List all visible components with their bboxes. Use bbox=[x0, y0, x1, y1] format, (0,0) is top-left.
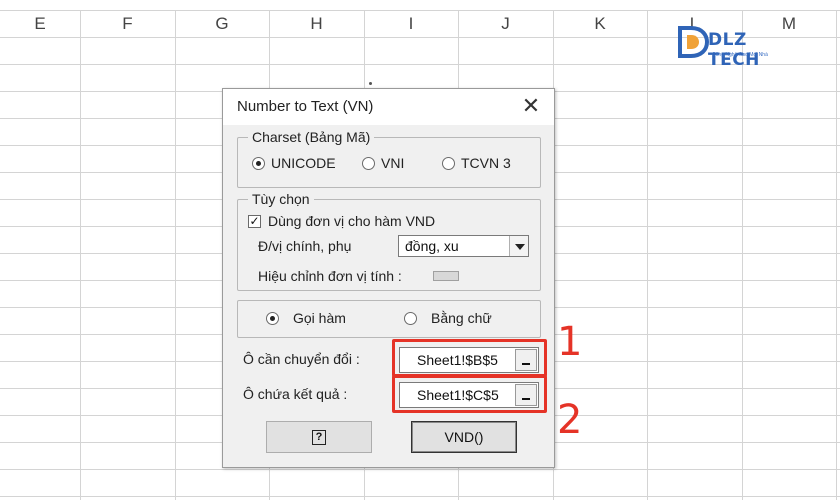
grid-line bbox=[80, 10, 81, 500]
step-number-1: 1 bbox=[557, 319, 583, 365]
grid-line bbox=[836, 10, 837, 500]
logo-d-icon bbox=[678, 26, 710, 58]
radio-in-words[interactable]: Bằng chữ bbox=[404, 310, 492, 326]
brand-logo: DLZ TECH Công Nghệ Cho Mọi Nhà bbox=[676, 22, 800, 70]
dialog-titlebar[interactable]: Number to Text (VN) ✕ bbox=[223, 89, 554, 125]
column-header-g[interactable]: G bbox=[175, 10, 269, 40]
radio-call-function-label: Gọi hàm bbox=[293, 310, 346, 326]
grid-line bbox=[647, 10, 648, 500]
grid-line bbox=[0, 469, 840, 470]
cell-marker bbox=[369, 82, 372, 85]
radio-tcvn3-label: TCVN 3 bbox=[461, 155, 511, 171]
options-legend: Tùy chọn bbox=[248, 190, 314, 208]
adjust-unit-label: Hiệu chỉnh đơn vị tính : bbox=[258, 268, 402, 284]
logo-brand-text: DLZ TECH bbox=[708, 30, 760, 70]
column-header-f[interactable]: F bbox=[80, 10, 175, 40]
dialog-title: Number to Text (VN) bbox=[237, 98, 374, 115]
checkmark-icon: ✓ bbox=[248, 213, 261, 228]
radio-unicode-label: UNICODE bbox=[271, 155, 336, 171]
vnd-button[interactable]: VND() bbox=[411, 421, 517, 453]
adjust-unit-button[interactable] bbox=[433, 271, 459, 281]
help-button[interactable]: ? bbox=[266, 421, 372, 453]
radio-selected-icon bbox=[266, 311, 279, 325]
mode-group: Gọi hàm Bằng chữ bbox=[237, 300, 541, 338]
column-header-j[interactable]: J bbox=[458, 10, 553, 40]
column-header-e[interactable]: E bbox=[0, 10, 80, 40]
logo-tagline: Công Nghệ Cho Mọi Nhà bbox=[712, 52, 768, 58]
options-group: Tùy chọn ✓ Dùng đơn vị cho hàm VND Đ/vị … bbox=[237, 190, 541, 291]
result-cell-label: Ô chứa kết quả : bbox=[243, 386, 348, 402]
unit-select[interactable]: đồng, xu bbox=[398, 235, 529, 257]
charset-group: Charset (Bảng Mã) UNICODE VNI TCVN 3 bbox=[237, 128, 541, 188]
highlight-box-source bbox=[392, 339, 547, 377]
grid-line bbox=[0, 496, 840, 497]
column-header-i[interactable]: I bbox=[364, 10, 458, 40]
charset-legend: Charset (Bảng Mã) bbox=[248, 128, 375, 146]
radio-call-function[interactable]: Gọi hàm bbox=[266, 310, 346, 326]
chevron-down-icon[interactable] bbox=[509, 236, 528, 256]
help-icon: ? bbox=[312, 429, 326, 445]
close-icon: ✕ bbox=[521, 93, 541, 118]
radio-selected-icon bbox=[252, 156, 265, 170]
radio-unselected-icon bbox=[362, 156, 375, 170]
radio-vni-label: VNI bbox=[381, 155, 405, 171]
radio-unselected-icon bbox=[404, 311, 417, 325]
use-unit-checkbox[interactable]: ✓ Dùng đơn vị cho hàm VND bbox=[248, 213, 435, 229]
radio-tcvn3[interactable]: TCVN 3 bbox=[442, 155, 511, 171]
radio-vni[interactable]: VNI bbox=[362, 155, 404, 171]
unit-select-value: đồng, xu bbox=[405, 238, 459, 254]
grid-line bbox=[742, 10, 743, 500]
grid-line bbox=[175, 10, 176, 500]
use-unit-label: Dùng đơn vị cho hàm VND bbox=[268, 213, 436, 229]
radio-in-words-label: Bằng chữ bbox=[431, 310, 492, 326]
source-cell-label: Ô cần chuyển đổi : bbox=[243, 351, 360, 367]
radio-unselected-icon bbox=[442, 156, 455, 170]
column-header-k[interactable]: K bbox=[553, 10, 647, 40]
close-button[interactable]: ✕ bbox=[516, 93, 546, 121]
column-header-h[interactable]: H bbox=[269, 10, 364, 40]
radio-unicode[interactable]: UNICODE bbox=[252, 155, 336, 171]
step-number-2: 2 bbox=[557, 397, 583, 443]
highlight-box-result bbox=[392, 375, 547, 413]
main-unit-label: Đ/vị chính, phụ bbox=[258, 238, 352, 254]
